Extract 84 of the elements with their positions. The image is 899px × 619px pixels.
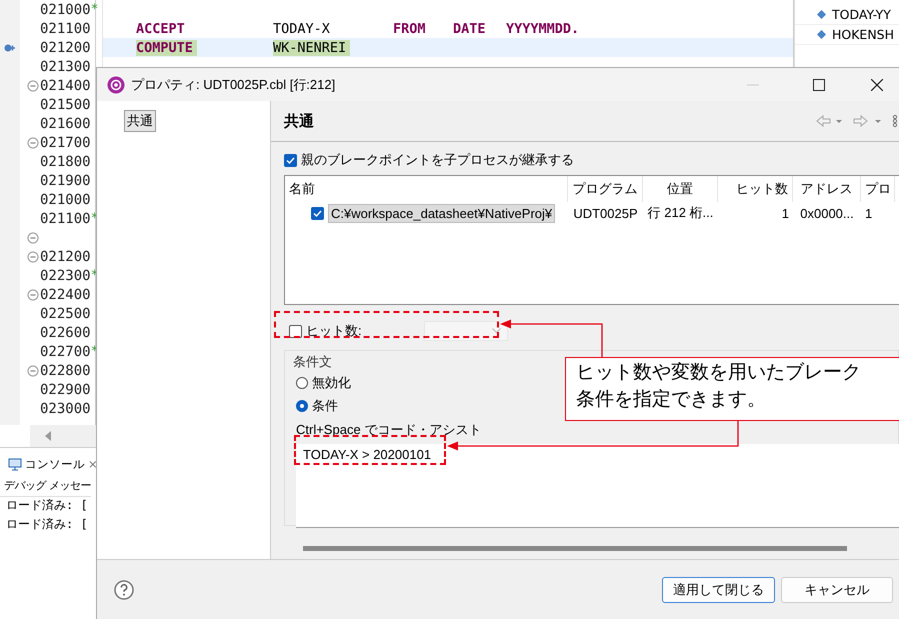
callout-text: 条件を指定できます。 [576, 387, 767, 412]
column-header[interactable]: アドレス [793, 176, 861, 202]
callout-text: ヒット数や変数を用いたブレーク [576, 360, 862, 385]
diamond-icon [817, 10, 826, 19]
code-token: WK-NENREI [273, 40, 350, 56]
line-number: 021000 [40, 192, 91, 208]
checkbox[interactable] [284, 154, 297, 166]
code-token: FROM [393, 20, 427, 36]
table-cell-text: 1 [780, 206, 790, 220]
console-tab[interactable]: コンソール [25, 456, 85, 472]
line-number: 021400 [40, 78, 91, 94]
collapse-icon[interactable] [27, 136, 39, 148]
line-number: 021200 [40, 248, 91, 264]
collapse-icon[interactable] [27, 232, 39, 244]
column-header[interactable]: ヒット数 [718, 176, 793, 202]
table-cell[interactable]: C:¥workspace_datasheet¥NativeProj¥ [328, 204, 556, 222]
maximize-icon[interactable] [813, 78, 825, 90]
collapse-icon[interactable] [27, 250, 39, 262]
collapse-icon[interactable] [27, 288, 39, 300]
outline-item[interactable]: HOKENSH [832, 27, 894, 42]
radio-label[interactable]: 条件 [312, 396, 338, 414]
line-number: 021300 [40, 58, 91, 74]
app-logo-icon [107, 76, 125, 94]
scroll-left-icon[interactable] [44, 431, 52, 441]
checkmark-icon [313, 210, 322, 216]
console-line: ロード済み: [ [6, 517, 88, 531]
monitor-icon [8, 458, 22, 470]
console-line: ロード済み: [ [6, 498, 88, 512]
column-header[interactable]: プロ [861, 176, 895, 202]
checkbox-label[interactable]: 親のブレークポイントを子プロセスが継承する [301, 151, 574, 169]
table-cell-text: UDT0025P [572, 206, 639, 220]
table-cell-text: 1 [864, 206, 874, 220]
code-token: DATE [453, 20, 487, 36]
scrollbar-thumb[interactable] [303, 546, 847, 551]
line-number: 022500 [40, 306, 91, 322]
column-header[interactable]: プログラム [568, 176, 643, 202]
console-header: デバッグ メッセー [0, 474, 91, 497]
line-number: 021600 [40, 116, 91, 132]
line-number: 021100 [40, 20, 91, 36]
line-number: 022900 [40, 382, 91, 398]
category-item[interactable]: 共通 [124, 110, 156, 132]
line-number: 022300 [40, 268, 91, 284]
help-icon[interactable] [114, 580, 134, 600]
line-number: 022400 [40, 286, 91, 302]
code-token: COMPUTE [136, 40, 197, 56]
collapse-icon[interactable] [27, 364, 39, 376]
close-tab-button[interactable]: × [88, 457, 98, 471]
line-number: 021800 [40, 154, 91, 170]
line-number: 021000 [40, 2, 91, 18]
radio-button[interactable] [296, 400, 308, 412]
dialog-button[interactable]: 適用して閉じる [662, 576, 775, 602]
chevron-down-icon [492, 328, 501, 334]
code-token: ACCEPT [136, 20, 186, 36]
line-number: 022800 [40, 362, 91, 378]
change-marker: * [90, 2, 98, 17]
line-number: 021500 [40, 96, 91, 112]
radio-label[interactable]: 無効化 [312, 374, 351, 392]
close-icon[interactable] [871, 78, 883, 90]
line-number: 022700 [40, 344, 91, 360]
checkmark-icon [286, 156, 295, 164]
line-number: 021900 [40, 172, 91, 188]
collapse-icon[interactable] [27, 80, 39, 92]
checkbox[interactable] [311, 206, 324, 220]
table-cell-text: 0x0000... [799, 206, 855, 220]
column-header[interactable]: 位置 [643, 176, 718, 202]
code-token: YYYYMMDD. [506, 20, 580, 36]
code-token: TODAY-X [273, 20, 331, 36]
dialog-button[interactable]: キャンセル [781, 576, 893, 602]
line-number: 021200 [40, 40, 91, 56]
page-title: 共通 [284, 112, 315, 130]
radio-button[interactable] [296, 376, 308, 388]
column-header[interactable]: 名前 [285, 176, 568, 202]
hint-text: Ctrl+Space でコード・アシスト [296, 421, 482, 439]
window-title: プロパティ: UDT0025P.cbl [行:212] [131, 76, 336, 94]
table-cell-text: 行 212 桁... [646, 204, 714, 222]
line-number: 023000 [40, 400, 91, 416]
group-title: 条件文 [293, 354, 332, 369]
outline-item[interactable]: TODAY-YY [832, 7, 891, 22]
condition-input[interactable]: TODAY-X > 20200101 [296, 444, 899, 528]
line-number: 021100 [40, 210, 91, 226]
navigation-arrows-icon[interactable] [815, 114, 899, 128]
line-number: 021700 [40, 134, 91, 150]
line-number: 022600 [40, 324, 91, 340]
diamond-icon [817, 30, 826, 39]
